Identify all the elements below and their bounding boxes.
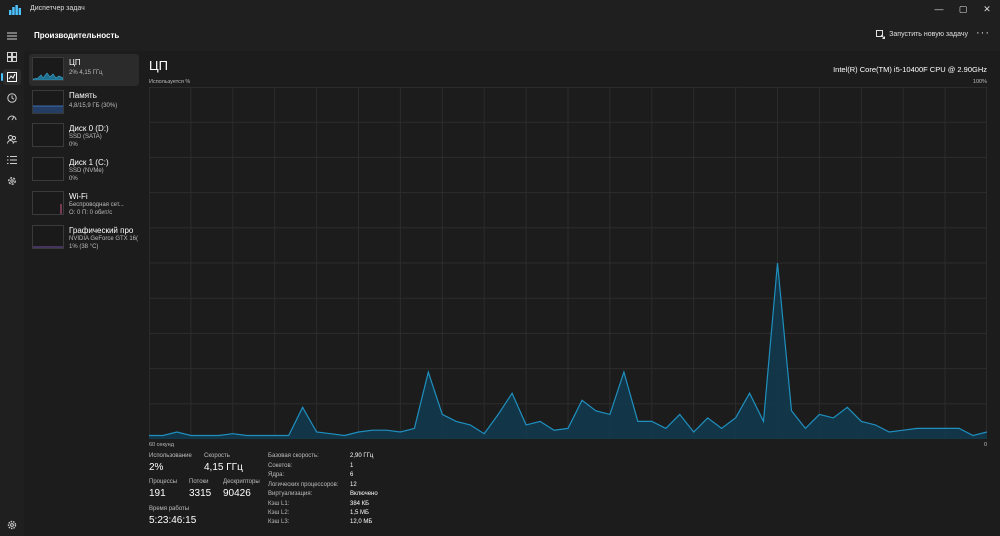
run-new-task-label: Запустить новую задачу	[889, 31, 968, 38]
nav-services[interactable]	[3, 173, 21, 189]
graph-x-start-label: 60 секунд	[149, 442, 174, 448]
spec-label: Виртуализация:	[268, 491, 313, 497]
settings-icon	[7, 520, 17, 530]
uptime-label: Время работы	[149, 506, 190, 512]
startup-icon	[7, 115, 17, 121]
hamburger-icon	[7, 32, 17, 40]
graph-y-max-label: 100%	[972, 79, 987, 85]
cpu-model-name: Intel(R) Core(TM) i5-10400F CPU @ 2.90GH…	[833, 65, 987, 74]
window-title: Диспетчер задач	[30, 5, 85, 12]
cpu-thumbnail	[32, 57, 64, 81]
nav-details[interactable]	[3, 152, 21, 168]
disk-0-thumbnail	[32, 123, 64, 147]
sidebar-item-label: Диск 1 (C:)	[69, 158, 109, 167]
spec-label: Логических процессоров:	[268, 482, 339, 488]
navigation-rail	[0, 20, 24, 536]
handles-value: 90426	[223, 488, 251, 499]
nav-processes[interactable]	[3, 49, 21, 65]
spec-value: Включено	[350, 491, 378, 497]
new-task-icon	[876, 30, 886, 39]
sidebar-item-disk-0[interactable]: Диск 0 (D:) SSD (SATA) 0%	[29, 120, 139, 152]
nav-performance[interactable]	[1, 69, 21, 85]
speed-label: Скорость	[204, 453, 230, 459]
sidebar-item-label: Память	[69, 91, 97, 100]
spec-label: Сокетов:	[268, 463, 293, 469]
spec-label: Ядра:	[268, 472, 285, 478]
performance-icon	[7, 72, 17, 82]
sidebar-item-label: Графический про	[69, 226, 134, 235]
run-new-task-button[interactable]: Запустить новую задачу	[876, 30, 968, 39]
title-bar: Диспетчер задач — ▢ ✕	[0, 0, 1000, 20]
nav-settings[interactable]	[3, 517, 21, 533]
usage-value: 2%	[149, 462, 164, 473]
threads-label: Потоки	[189, 479, 209, 485]
handles-label: Дескрипторы	[223, 479, 260, 485]
sidebar-item-label: ЦП	[69, 58, 81, 67]
sidebar-item-label: Диск 0 (D:)	[69, 124, 109, 133]
close-button[interactable]: ✕	[974, 2, 1000, 16]
sidebar-item-detail: NVIDIA GeForce GTX 16(	[69, 236, 139, 242]
spec-value: 12	[350, 482, 357, 488]
resource-sidebar: ЦП 2% 4,15 ГГц Память 4,8/15,9 ГБ (30%) …	[24, 51, 140, 536]
sidebar-item-detail: 2% 4,15 ГГц	[69, 70, 103, 76]
uptime-value: 5:23:46:15	[149, 515, 197, 526]
nav-app-history[interactable]	[3, 90, 21, 106]
page-title: Производительность	[34, 31, 120, 40]
processes-value: 191	[149, 488, 166, 499]
details-icon	[7, 156, 17, 164]
users-icon	[7, 135, 17, 144]
sidebar-item-detail: SSD (SATA)	[69, 134, 102, 140]
nav-startup[interactable]	[3, 110, 21, 126]
sidebar-item-cpu[interactable]: ЦП 2% 4,15 ГГц	[29, 54, 139, 86]
nav-users[interactable]	[3, 131, 21, 147]
minimize-button[interactable]: —	[926, 2, 952, 16]
sidebar-item-detail: Беспроводная сет...	[69, 202, 124, 208]
page-header: Производительность Запустить новую задач…	[24, 20, 1000, 51]
sidebar-item-detail-2: 0%	[69, 142, 78, 148]
gpu-thumbnail	[32, 225, 64, 249]
cpu-usage-graph	[149, 87, 987, 439]
cpu-heading: ЦП	[149, 58, 168, 73]
graph-y-axis-label: Используется %	[149, 79, 191, 85]
spec-label: Кэш L2:	[268, 510, 290, 516]
spec-value: 6	[350, 472, 354, 478]
sidebar-item-wifi[interactable]: Wi-Fi Беспроводная сет... О: 0 П: 0 обит…	[29, 188, 139, 220]
spec-label: Базовая скорость:	[268, 453, 319, 459]
speed-value: 4,15 ГГц	[204, 462, 243, 473]
hamburger-menu-button[interactable]	[3, 28, 21, 44]
sidebar-item-detail-2: О: 0 П: 0 обит/с	[69, 210, 113, 216]
sidebar-item-detail-2: 1% (38 °C)	[69, 244, 99, 250]
memory-thumbnail	[32, 90, 64, 114]
processes-icon	[7, 52, 17, 62]
spec-value: 12,0 МБ	[350, 519, 373, 525]
task-manager-app-icon	[9, 5, 21, 15]
more-options-button[interactable]: ···	[976, 27, 990, 39]
cpu-performance-panel: ЦП Intel(R) Core(TM) i5-10400F CPU @ 2.9…	[140, 51, 1000, 536]
disk-1-thumbnail	[32, 157, 64, 181]
wifi-thumbnail	[32, 191, 64, 215]
services-icon	[8, 177, 16, 185]
spec-value: 384 КБ	[350, 501, 370, 507]
sidebar-item-disk-1[interactable]: Диск 1 (C:) SSD (NVMe) 0%	[29, 154, 139, 186]
sidebar-item-gpu[interactable]: Графический про NVIDIA GeForce GTX 16( 1…	[29, 222, 139, 254]
sidebar-item-label: Wi-Fi	[69, 192, 88, 201]
sidebar-item-memory[interactable]: Память 4,8/15,9 ГБ (30%)	[29, 87, 139, 119]
spec-value: 1,5 МБ	[350, 510, 369, 516]
sidebar-item-detail-2: 0%	[69, 176, 78, 182]
spec-label: Кэш L1:	[268, 501, 290, 507]
spec-label: Кэш L3:	[268, 519, 290, 525]
graph-x-end-label: 0	[983, 442, 987, 448]
spec-value: 2,90 ГГц	[350, 453, 374, 459]
sidebar-item-detail: SSD (NVMe)	[69, 168, 104, 174]
maximize-button[interactable]: ▢	[950, 2, 976, 16]
spec-value: 1	[350, 463, 354, 469]
usage-label: Использование	[149, 453, 192, 459]
threads-value: 3315	[189, 488, 212, 499]
history-icon	[7, 93, 17, 103]
sidebar-item-detail: 4,8/15,9 ГБ (30%)	[69, 103, 118, 109]
processes-label: Процессы	[149, 479, 178, 485]
